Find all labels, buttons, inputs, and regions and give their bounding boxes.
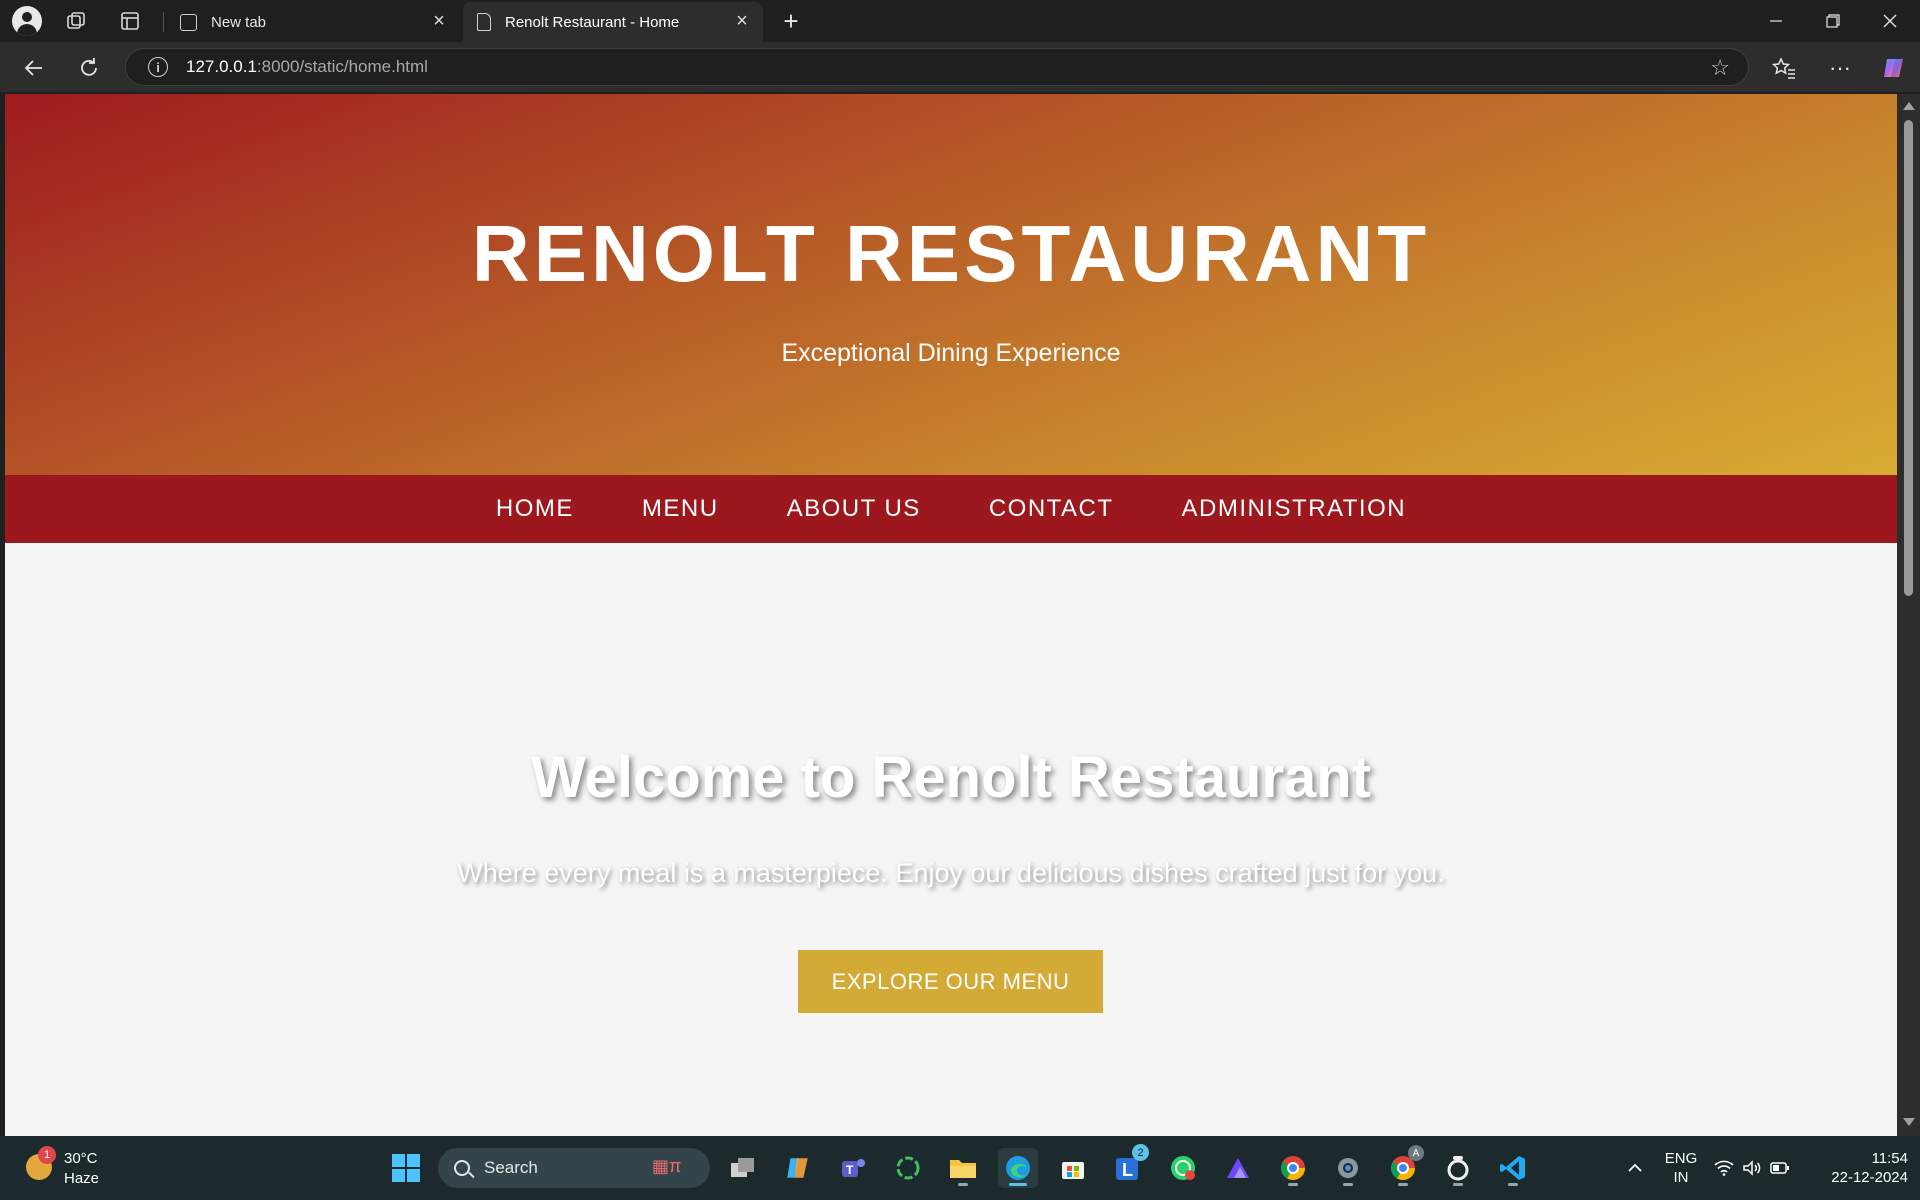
weather-notification-badge: 1 xyxy=(38,1146,56,1164)
tab-renolt-home[interactable]: Renolt Restaurant - Home × xyxy=(463,2,763,42)
site-brand-title: RENOLT RESTAURANT xyxy=(471,209,1431,298)
copilot-app-icon[interactable] xyxy=(778,1148,818,1188)
url-host: 127.0.0.1 xyxy=(186,57,257,76)
clock[interactable]: 11:54 22-12-2024 xyxy=(1808,1136,1908,1200)
search-highlight-icon: ▦π xyxy=(652,1156,682,1176)
tab-new-tab[interactable]: New tab × xyxy=(166,2,460,42)
whatsapp-icon[interactable] xyxy=(1163,1148,1203,1188)
restore-icon[interactable] xyxy=(1805,0,1861,42)
nav-home-link[interactable]: HOME xyxy=(462,495,608,523)
nav-contact-link[interactable]: CONTACT xyxy=(955,495,1148,523)
running-indicator xyxy=(1288,1183,1298,1186)
browser-tab-strip: New tab × Renolt Restaurant - Home × + xyxy=(0,0,1920,42)
welcome-text: Where every meal is a masterpiece. Enjoy… xyxy=(457,858,1445,888)
weather-condition: Haze xyxy=(64,1170,100,1187)
workspaces-icon[interactable] xyxy=(61,7,91,35)
running-indicator xyxy=(1398,1183,1408,1186)
url-path: :8000/static/home.html xyxy=(256,57,428,76)
battery-icon xyxy=(1770,1162,1789,1174)
tab-title: Renolt Restaurant - Home xyxy=(505,13,680,31)
scroll-down-arrow-icon[interactable] xyxy=(1903,1118,1915,1126)
svg-text:L: L xyxy=(1122,1160,1133,1180)
show-hidden-icons-chevron-icon[interactable] xyxy=(1620,1136,1650,1200)
profile-avatar-icon[interactable] xyxy=(12,6,42,36)
page-viewport: RENOLT RESTAURANT Exceptional Dining Exp… xyxy=(5,94,1897,1136)
copilot-icon[interactable] xyxy=(1878,52,1910,84)
task-view-icon[interactable] xyxy=(723,1148,763,1188)
windows-taskbar: 1 30°C Haze Search ▦π T L 2 A ENG IN 11:… xyxy=(0,1136,1920,1200)
browser-toolbar: i 127.0.0.1:8000/static/home.html ☆ ··· xyxy=(0,42,1920,92)
site-info-icon[interactable]: i xyxy=(148,57,168,77)
close-tab-icon[interactable]: × xyxy=(733,11,751,31)
running-indicator xyxy=(1343,1183,1353,1186)
running-indicator xyxy=(1508,1183,1518,1186)
active-indicator xyxy=(1009,1183,1027,1186)
search-placeholder: Search xyxy=(484,1158,538,1177)
weather-temperature: 30°C xyxy=(64,1150,98,1167)
back-arrow-icon[interactable] xyxy=(18,52,50,84)
start-button-icon[interactable] xyxy=(386,1148,426,1188)
system-tray-status[interactable] xyxy=(1714,1136,1790,1200)
volume-icon xyxy=(1743,1160,1761,1176)
nav-administration-link[interactable]: ADMINISTRATION xyxy=(1148,495,1441,523)
welcome-heading: Welcome to Renolt Restaurant xyxy=(530,745,1372,810)
settings-gear-icon[interactable] xyxy=(1328,1148,1368,1188)
search-icon xyxy=(454,1160,470,1176)
svg-text:T: T xyxy=(846,1163,854,1177)
sync-app-icon[interactable] xyxy=(888,1148,928,1188)
refresh-icon[interactable] xyxy=(73,52,105,84)
site-tagline: Exceptional Dining Experience xyxy=(781,339,1121,367)
main-navigation: HOME MENU ABOUT US CONTACT ADMINISTRATIO… xyxy=(5,475,1897,543)
scrollbar-thumb[interactable] xyxy=(1904,120,1913,596)
clock-date: 22-12-2024 xyxy=(1831,1169,1908,1186)
running-indicator xyxy=(1453,1183,1463,1186)
vscode-icon[interactable] xyxy=(1493,1148,1533,1188)
favorite-star-icon[interactable]: ☆ xyxy=(1710,55,1730,81)
chrome-icon[interactable] xyxy=(1273,1148,1313,1188)
close-tab-icon[interactable]: × xyxy=(430,11,448,31)
microsoft-store-icon[interactable] xyxy=(1053,1148,1093,1188)
region-code: IN xyxy=(1673,1169,1689,1186)
tab-actions-icon[interactable] xyxy=(115,7,145,35)
tab-separator xyxy=(163,12,164,32)
close-window-icon[interactable] xyxy=(1862,0,1918,42)
proton-app-icon[interactable] xyxy=(1218,1148,1258,1188)
weather-widget[interactable]: 1 30°C Haze xyxy=(22,1146,132,1190)
scroll-up-arrow-icon[interactable] xyxy=(1903,102,1915,110)
minimize-icon[interactable] xyxy=(1748,0,1804,42)
tab-title: New tab xyxy=(211,13,267,31)
hero-header: RENOLT RESTAURANT Exceptional Dining Exp… xyxy=(5,94,1897,475)
language-code: ENG xyxy=(1664,1150,1698,1167)
nav-about-us-link[interactable]: ABOUT US xyxy=(753,495,955,523)
more-options-icon[interactable]: ··· xyxy=(1824,52,1856,84)
ring-app-icon[interactable] xyxy=(1438,1148,1478,1188)
running-indicator xyxy=(958,1183,968,1186)
new-tab-favicon-icon xyxy=(180,13,197,31)
clock-time: 11:54 xyxy=(1871,1150,1908,1167)
teams-icon[interactable]: T xyxy=(833,1148,873,1188)
new-tab-plus-icon[interactable]: + xyxy=(776,6,806,36)
favorites-icon[interactable] xyxy=(1768,52,1800,84)
explore-menu-button[interactable]: EXPLORE OUR MENU xyxy=(798,950,1103,1013)
l-app-icon[interactable]: L 2 xyxy=(1108,1144,1149,1188)
chrome-profile-icon[interactable]: A xyxy=(1383,1145,1424,1188)
nav-menu-link[interactable]: MENU xyxy=(608,495,753,523)
chrome-profile-badge: A xyxy=(1408,1145,1424,1161)
wifi-icon xyxy=(1714,1160,1734,1176)
edge-browser-icon[interactable] xyxy=(998,1148,1038,1188)
language-indicator[interactable]: ENG IN xyxy=(1660,1136,1702,1200)
taskbar-search[interactable]: Search ▦π xyxy=(438,1148,710,1188)
app-notification-badge: 2 xyxy=(1132,1144,1149,1161)
page-scrollbar[interactable] xyxy=(1897,94,1920,1136)
file-explorer-icon[interactable] xyxy=(943,1148,983,1188)
page-favicon-icon xyxy=(477,13,491,31)
address-bar[interactable]: i 127.0.0.1:8000/static/home.html ☆ xyxy=(125,48,1749,86)
